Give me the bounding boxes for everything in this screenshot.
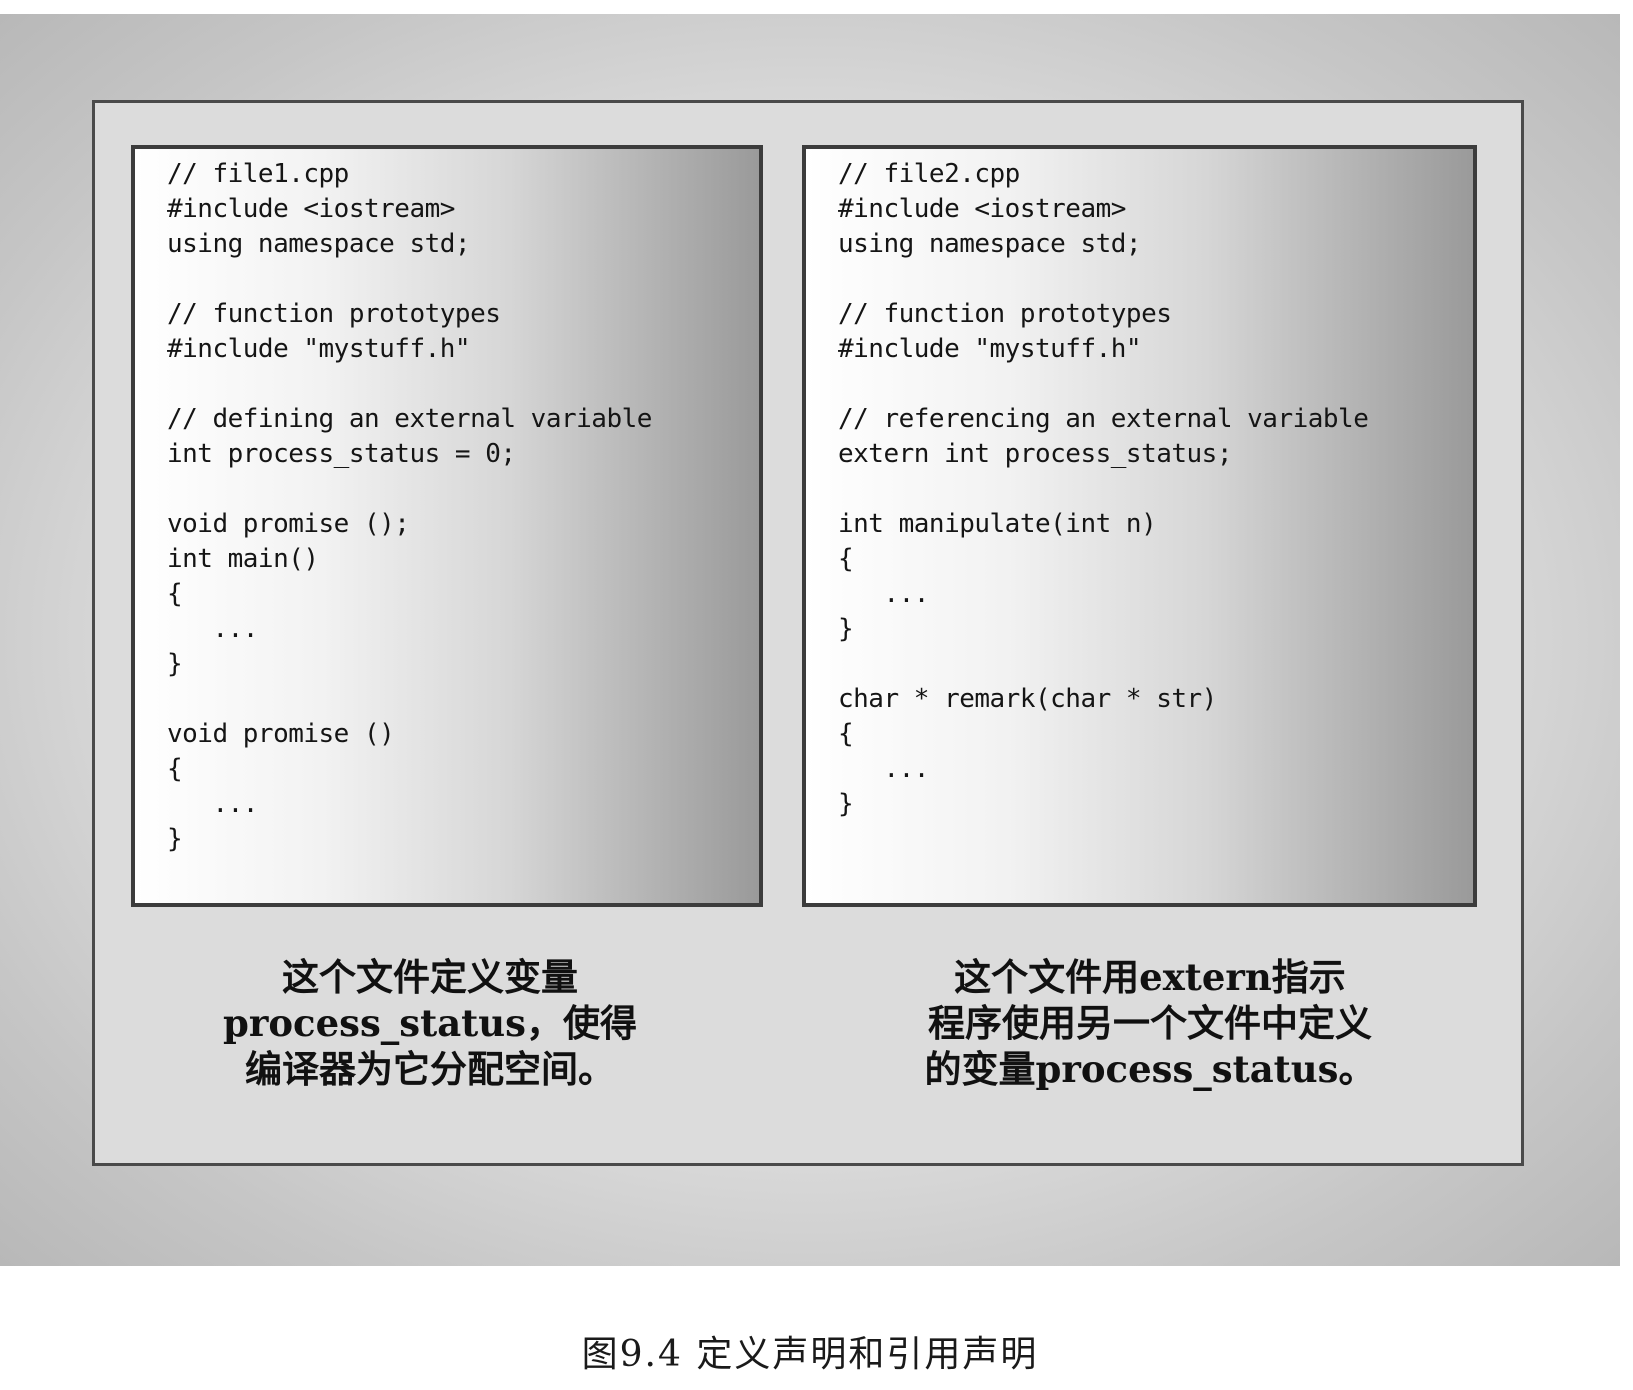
code-line: // file2.cpp — [838, 159, 1020, 189]
code-line: #include "mystuff.h" — [167, 334, 471, 364]
code-line: ... — [167, 789, 258, 819]
code-line: #include "mystuff.h" — [838, 334, 1142, 364]
code-line: // function prototypes — [167, 299, 501, 329]
file1-code-panel: // file1.cpp #include <iostream> using n… — [131, 145, 763, 907]
code-line: using namespace std; — [167, 229, 471, 259]
file2-code-lines: // file2.cpp #include <iostream> using n… — [838, 157, 1369, 822]
caption-line: 这个文件用extern指示 — [954, 955, 1346, 999]
code-line: int manipulate(int n) — [838, 509, 1157, 539]
code-line: { — [167, 579, 183, 609]
code-line: // defining an external variable — [167, 404, 652, 434]
caption-line: 编译器为它分配空间。 — [245, 1047, 615, 1091]
code-line: ... — [838, 579, 929, 609]
code-line: { — [838, 719, 854, 749]
file1-caption: 这个文件定义变量 process_status，使得 编译器为它分配空间。 — [160, 954, 700, 1092]
code-line: } — [838, 789, 854, 819]
code-line: void promise (); — [167, 509, 410, 539]
caption-line: 这个文件定义变量 — [282, 955, 578, 999]
code-line: { — [167, 754, 183, 784]
caption-line: 的变量process_status。 — [924, 1047, 1376, 1091]
code-line: #include <iostream> — [838, 194, 1126, 224]
code-line: } — [838, 614, 854, 644]
code-line: #include <iostream> — [167, 194, 455, 224]
code-line: int process_status = 0; — [167, 439, 516, 469]
code-line: ... — [838, 754, 929, 784]
caption-line: 程序使用另一个文件中定义 — [928, 1001, 1372, 1045]
code-line: // file1.cpp — [167, 159, 349, 189]
code-line: using namespace std; — [838, 229, 1142, 259]
file2-caption: 这个文件用extern指示 程序使用另一个文件中定义 的变量process_st… — [870, 954, 1430, 1092]
code-line: } — [167, 824, 183, 854]
figure-title: 图9.4 定义声明和引用声明 — [581, 1334, 1039, 1375]
code-line: ... — [167, 614, 258, 644]
code-line: extern int process_status; — [838, 439, 1233, 469]
file2-code-panel: // file2.cpp #include <iostream> using n… — [802, 145, 1477, 907]
code-line: // referencing an external variable — [838, 404, 1369, 434]
code-line: void promise () — [167, 719, 395, 749]
file1-code-lines: // file1.cpp #include <iostream> using n… — [167, 157, 652, 857]
code-line: { — [838, 544, 854, 574]
code-line: // function prototypes — [838, 299, 1172, 329]
caption-line: process_status，使得 — [223, 1001, 637, 1045]
code-line: char * remark(char * str) — [838, 684, 1217, 714]
code-line: int main() — [167, 544, 319, 574]
code-line: } — [167, 649, 183, 679]
